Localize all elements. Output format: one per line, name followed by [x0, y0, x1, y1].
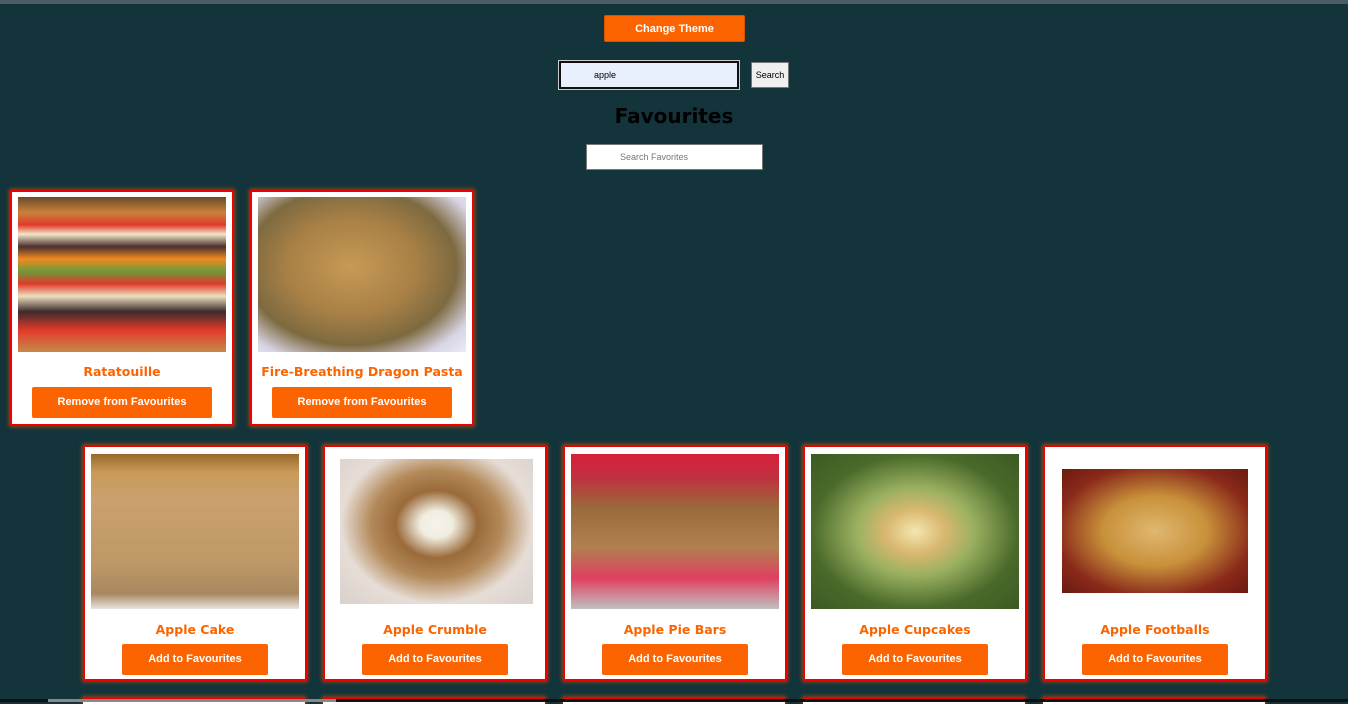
recipe-name: Apple Crumble	[383, 622, 487, 637]
recipe-card: Apple Cake Add to Favourites	[83, 445, 307, 681]
recipe-image	[340, 459, 533, 604]
recipe-image	[571, 454, 779, 609]
add-to-favourites-button[interactable]: Add to Favourites	[362, 644, 508, 675]
recipe-name: Ratatouille	[83, 364, 161, 379]
recipe-name: Apple Cake	[155, 622, 235, 637]
recipe-image	[811, 454, 1019, 609]
add-to-favourites-button[interactable]: Add to Favourites	[602, 644, 748, 675]
recipe-card: Apple Pie Bars Add to Favourites	[563, 445, 787, 681]
recipe-image	[1062, 469, 1248, 593]
favourites-search-input[interactable]: Search Favorites	[586, 144, 763, 170]
add-to-favourites-button[interactable]: Add to Favourites	[122, 644, 268, 675]
recipe-name: Apple Pie Bars	[623, 622, 727, 637]
favourite-card: Fire-Breathing Dragon Pasta Remove from …	[250, 190, 474, 426]
recipe-card: Apple Crumble Add to Favourites	[323, 445, 547, 681]
change-theme-button[interactable]: Change Theme	[604, 15, 745, 42]
add-to-favourites-button[interactable]: Add to Favourites	[1082, 644, 1228, 675]
recipe-search-input[interactable]: apple	[558, 60, 740, 90]
recipe-card: Apple Cupcakes Add to Favourites	[803, 445, 1027, 681]
recipe-card: Apple Footballs Add to Favourites	[1043, 445, 1267, 681]
favourite-card: Ratatouille Remove from Favourites	[10, 190, 234, 426]
recipe-name: Apple Cupcakes	[859, 622, 971, 637]
remove-from-favourites-button[interactable]: Remove from Favourites	[272, 387, 452, 418]
recipe-image	[18, 197, 226, 352]
window-top-bar	[0, 0, 1348, 4]
recipe-image	[258, 197, 466, 352]
search-button[interactable]: Search	[751, 62, 789, 88]
remove-from-favourites-button[interactable]: Remove from Favourites	[32, 387, 212, 418]
recipe-name: Apple Footballs	[1100, 622, 1210, 637]
recipe-image	[91, 454, 299, 609]
favourites-heading: Favourites	[614, 104, 734, 128]
recipe-name: Fire-Breathing Dragon Pasta	[261, 364, 463, 379]
add-to-favourites-button[interactable]: Add to Favourites	[842, 644, 988, 675]
